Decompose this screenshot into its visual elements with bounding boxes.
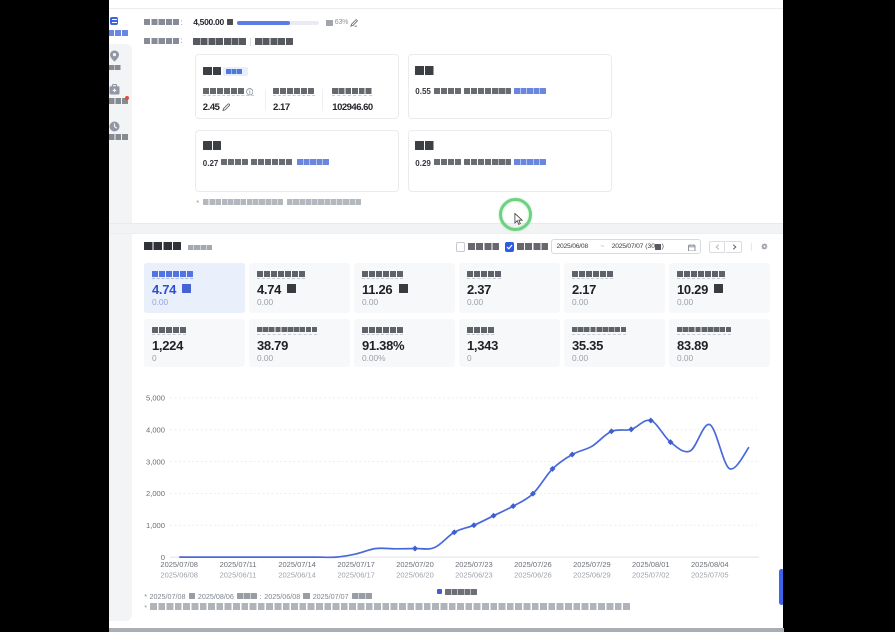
svg-text:2025/06/14: 2025/06/14 (278, 570, 316, 579)
svg-text:4,000: 4,000 (146, 426, 165, 435)
svg-text:2025/07/23: 2025/07/23 (455, 560, 493, 569)
svg-text:2025/06/26: 2025/06/26 (514, 570, 552, 579)
svg-text:5,000: 5,000 (146, 394, 165, 403)
svg-text:2025/08/04: 2025/08/04 (691, 560, 729, 569)
svg-text:2025/07/17: 2025/07/17 (337, 560, 375, 569)
svg-text:2025/08/01: 2025/08/01 (632, 560, 670, 569)
svg-text:2025/07/08: 2025/07/08 (160, 560, 198, 569)
svg-text:2025/07/14: 2025/07/14 (278, 560, 316, 569)
svg-text:3,000: 3,000 (146, 457, 165, 466)
svg-text:2025/07/29: 2025/07/29 (573, 560, 611, 569)
svg-text:2025/07/20: 2025/07/20 (396, 560, 434, 569)
svg-text:2025/07/02: 2025/07/02 (632, 570, 670, 579)
svg-text:1,000: 1,000 (146, 521, 165, 530)
svg-text:2025/07/26: 2025/07/26 (514, 560, 552, 569)
svg-text:2025/06/20: 2025/06/20 (396, 570, 434, 579)
svg-text:2025/06/08: 2025/06/08 (160, 570, 198, 579)
svg-text:2025/07/11: 2025/07/11 (220, 560, 257, 569)
svg-text:2,000: 2,000 (146, 489, 165, 498)
svg-text:2025/07/05: 2025/07/05 (691, 570, 729, 579)
svg-text:2025/06/11: 2025/06/11 (220, 570, 257, 579)
svg-text:2025/06/29: 2025/06/29 (573, 570, 611, 579)
svg-text:2025/06/23: 2025/06/23 (455, 570, 493, 579)
svg-text:2025/06/17: 2025/06/17 (337, 570, 375, 579)
